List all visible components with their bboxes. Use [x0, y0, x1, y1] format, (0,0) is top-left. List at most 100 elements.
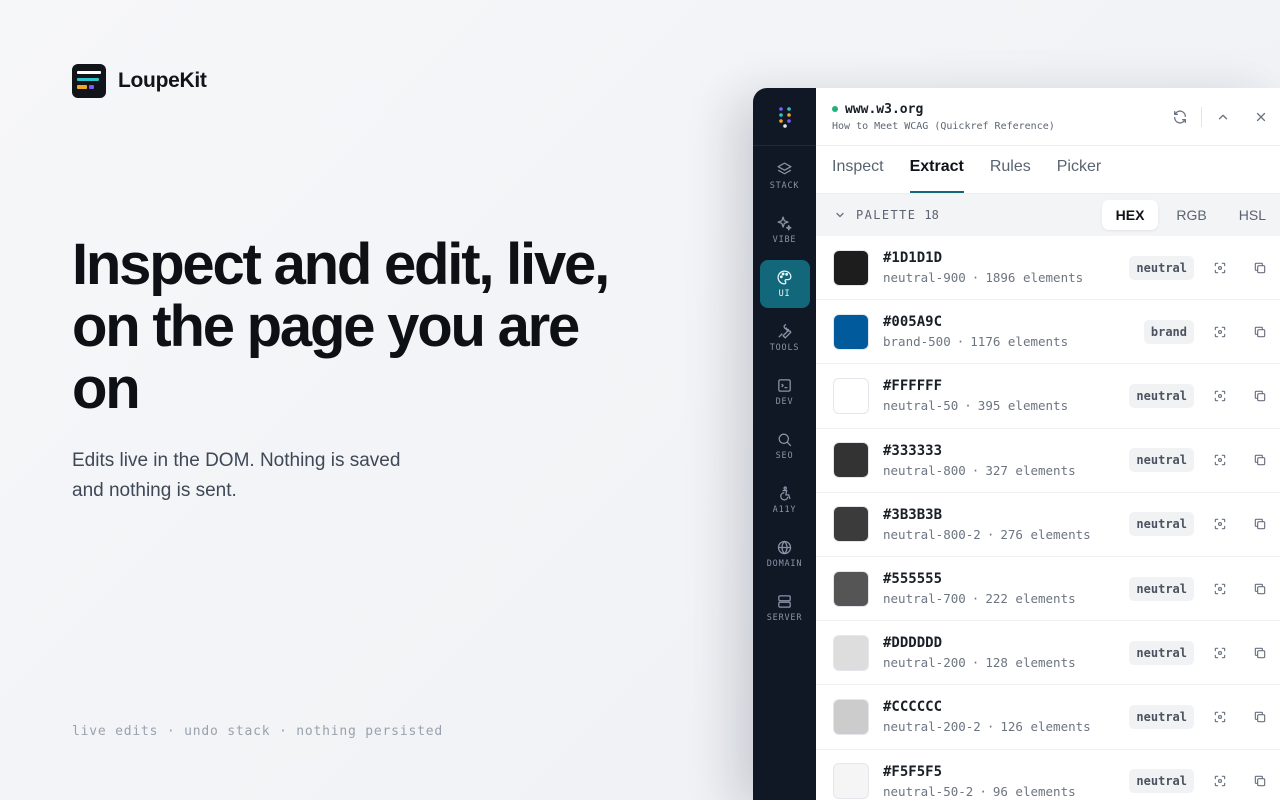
color-swatch[interactable]: [833, 442, 869, 479]
locate-color-button[interactable]: [1200, 442, 1240, 478]
color-swatch[interactable]: [833, 249, 869, 286]
copy-color-button[interactable]: [1240, 699, 1280, 735]
copy-icon: [1254, 647, 1266, 658]
color-row[interactable]: #555555 neutral-700 · 222 elements neutr…: [816, 557, 1280, 622]
palette-icon: [777, 270, 792, 285]
copy-icon: [1254, 262, 1266, 273]
color-token: neutral-900: [883, 270, 966, 286]
color-row-actions: neutral: [1129, 429, 1280, 492]
color-hex: #333333: [883, 442, 943, 459]
color-group-tag: brand: [1143, 319, 1194, 344]
color-row[interactable]: #CCCCCC neutral-200-2 · 126 elements neu…: [816, 685, 1280, 750]
site-host-text: www.w3.org: [845, 101, 924, 117]
color-swatch[interactable]: [833, 570, 869, 607]
rail-item-label: DOMAIN: [766, 559, 803, 569]
locate-color-button[interactable]: [1200, 250, 1240, 286]
color-swatch[interactable]: [833, 506, 869, 543]
tab-inspect[interactable]: Inspect: [832, 158, 884, 193]
color-row[interactable]: #DDDDDD neutral-200 · 128 elements neutr…: [816, 621, 1280, 686]
header-actions: [1161, 88, 1280, 146]
format-hex-button[interactable]: HEX: [1101, 200, 1159, 230]
copy-color-button[interactable]: [1240, 571, 1280, 607]
copy-color-button[interactable]: [1240, 378, 1280, 414]
color-row[interactable]: #1D1D1D neutral-900 · 1896 elements neut…: [816, 236, 1280, 301]
copy-color-button[interactable]: [1240, 250, 1280, 286]
locate-color-button[interactable]: [1200, 378, 1240, 414]
extension-panel: STACK VIBE UI TOOLS DEV SEO A11Y DOMAIN: [753, 88, 1280, 800]
tool-rail: STACK VIBE UI TOOLS DEV SEO A11Y DOMAIN: [753, 88, 816, 800]
color-hex: #F5F5F5: [883, 763, 943, 780]
color-group-tag: neutral: [1129, 383, 1194, 408]
refresh-button[interactable]: [1161, 88, 1199, 146]
color-group-tag: neutral: [1129, 512, 1194, 537]
locate-color-button[interactable]: [1200, 699, 1240, 735]
color-swatch[interactable]: [833, 763, 869, 800]
color-row[interactable]: #005A9C brand-500 · 1176 elements brand: [816, 300, 1280, 365]
focus-target-icon: [1214, 262, 1226, 273]
header-divider: [1201, 107, 1202, 127]
color-text: #333333 neutral-800 · 327 elements: [883, 443, 1076, 478]
color-meta: neutral-200 · 128 elements: [883, 655, 1076, 670]
rail-item-label: UI: [778, 289, 791, 299]
copy-color-button[interactable]: [1240, 314, 1280, 350]
rail-item-dev[interactable]: DEV: [760, 368, 810, 416]
rail-item-stack[interactable]: STACK: [760, 152, 810, 200]
rail-item-ui[interactable]: UI: [759, 260, 810, 308]
site-info: www.w3.org How to Meet WCAG (Quickref Re…: [832, 102, 1055, 132]
tab-picker[interactable]: Picker: [1057, 158, 1101, 193]
color-usage-count: 1176 elements: [970, 334, 1069, 350]
meta-separator: ·: [971, 462, 980, 478]
tab-extract[interactable]: Extract: [909, 158, 964, 193]
hero-footer-tagline: live edits · undo stack · nothing persis…: [72, 724, 443, 739]
rail-item-vibe[interactable]: VIBE: [760, 206, 810, 254]
color-usage-count: 395 elements: [977, 398, 1069, 414]
color-row[interactable]: #F5F5F5 neutral-50-2 · 96 elements neutr…: [816, 750, 1280, 800]
color-swatch[interactable]: [833, 377, 869, 414]
rail-item-a11y[interactable]: A11Y: [760, 476, 810, 524]
color-usage-count: 222 elements: [985, 591, 1076, 607]
format-rgb-button[interactable]: RGB: [1162, 200, 1220, 230]
palette-list: #1D1D1D neutral-900 · 1896 elements neut…: [816, 236, 1280, 800]
copy-color-button[interactable]: [1240, 763, 1280, 799]
copy-color-button[interactable]: [1240, 635, 1280, 671]
color-row-actions: neutral: [1129, 364, 1280, 427]
locate-color-button[interactable]: [1200, 635, 1240, 671]
copy-icon: [1254, 326, 1266, 338]
color-token: neutral-700: [883, 591, 966, 607]
color-row[interactable]: #FFFFFF neutral-50 · 395 elements neutra…: [816, 364, 1280, 429]
color-swatch[interactable]: [833, 634, 869, 671]
format-hsl-button[interactable]: HSL: [1225, 200, 1280, 230]
palette-collapse-toggle[interactable]: [834, 209, 846, 221]
color-swatch[interactable]: [833, 313, 869, 350]
focus-target-icon: [1214, 775, 1226, 787]
rail-item-seo[interactable]: SEO: [760, 422, 810, 470]
color-token: neutral-200: [883, 655, 966, 671]
close-button[interactable]: [1242, 88, 1280, 146]
tab-rules[interactable]: Rules: [990, 158, 1031, 193]
color-token: brand-500: [883, 334, 951, 350]
terminal-icon: [778, 379, 791, 392]
locate-color-button[interactable]: [1200, 506, 1240, 542]
copy-color-button[interactable]: [1240, 442, 1280, 478]
color-meta: neutral-900 · 1896 elements: [883, 270, 1083, 285]
rail-item-tools[interactable]: TOOLS: [760, 314, 810, 362]
site-header: www.w3.org How to Meet WCAG (Quickref Re…: [816, 88, 1280, 146]
copy-color-button[interactable]: [1240, 506, 1280, 542]
rail-item-domain[interactable]: DOMAIN: [760, 530, 810, 578]
copy-icon: [1254, 519, 1266, 530]
color-token: neutral-50: [883, 398, 959, 414]
copy-icon: [1254, 711, 1266, 723]
color-meta: neutral-200-2 · 126 elements: [883, 719, 1091, 734]
panel-tabs: Inspect Extract Rules Picker: [816, 146, 1280, 194]
color-row[interactable]: #333333 neutral-800 · 327 elements neutr…: [816, 429, 1280, 493]
color-swatch[interactable]: [833, 698, 869, 735]
locate-color-button[interactable]: [1200, 571, 1240, 607]
locate-color-button[interactable]: [1200, 763, 1240, 799]
focus-target-icon: [1214, 711, 1226, 723]
color-text: #1D1D1D neutral-900 · 1896 elements: [883, 250, 1083, 285]
color-row-actions: neutral: [1129, 685, 1280, 748]
locate-color-button[interactable]: [1200, 314, 1240, 350]
color-row[interactable]: #3B3B3B neutral-800-2 · 276 elements neu…: [816, 493, 1280, 557]
rail-item-server[interactable]: SERVER: [760, 584, 810, 632]
collapse-button[interactable]: [1204, 88, 1242, 146]
